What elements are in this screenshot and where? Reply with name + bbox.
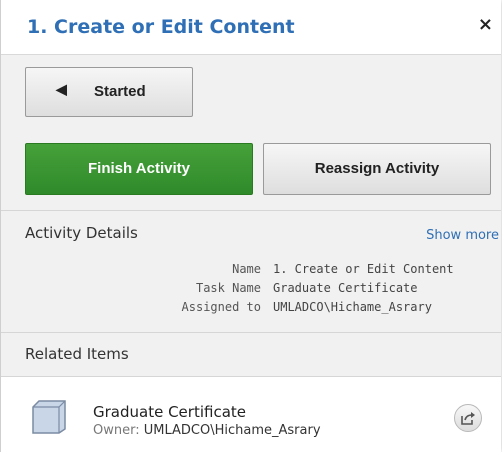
related-item-list: Graduate Certificate Owner: UMLADCO\Hich…: [1, 376, 501, 452]
detail-value: Graduate Certificate: [273, 281, 418, 295]
detail-row-name: Name 1. Create or Edit Content: [1, 262, 501, 280]
owner-label: Owner:: [93, 423, 140, 438]
back-arrow-icon: ◀: [56, 81, 67, 97]
detail-key: Name: [232, 262, 261, 276]
detail-row-task-name: Task Name Graduate Certificate: [1, 281, 501, 299]
divider: [1, 332, 501, 333]
related-item-owner: Owner: UMLADCO\Hichame_Asrary: [93, 423, 321, 438]
activity-details-heading: Activity Details: [25, 224, 138, 242]
share-icon: [461, 412, 475, 425]
panel-header: 1. Create or Edit Content ×: [1, 0, 501, 55]
owner-value: UMLADCO\Hichame_Asrary: [143, 423, 321, 438]
detail-key: Task Name: [195, 281, 261, 295]
reassign-activity-button[interactable]: Reassign Activity: [263, 143, 491, 195]
finish-activity-button[interactable]: Finish Activity: [25, 143, 253, 195]
detail-key: Assigned to: [181, 300, 261, 314]
close-icon[interactable]: ×: [478, 14, 493, 35]
panel-title: 1. Create or Edit Content: [27, 16, 295, 38]
detail-value: 1. Create or Edit Content: [273, 262, 454, 276]
status-button-label: Started: [94, 83, 146, 100]
divider: [1, 210, 501, 211]
related-items-heading: Related Items: [25, 345, 129, 363]
related-item-name[interactable]: Graduate Certificate: [93, 403, 246, 421]
show-more-link[interactable]: Show more: [426, 228, 499, 243]
detail-value: UMLADCO\Hichame_Asrary: [273, 300, 432, 314]
detail-row-assigned-to: Assigned to UMLADCO\Hichame_Asrary: [1, 300, 501, 318]
share-button[interactable]: [454, 404, 482, 432]
content-item-icon: [32, 400, 66, 434]
started-status-button[interactable]: ◀ Started: [25, 67, 193, 117]
activity-panel: 1. Create or Edit Content × ◀ Started Fi…: [0, 0, 501, 452]
